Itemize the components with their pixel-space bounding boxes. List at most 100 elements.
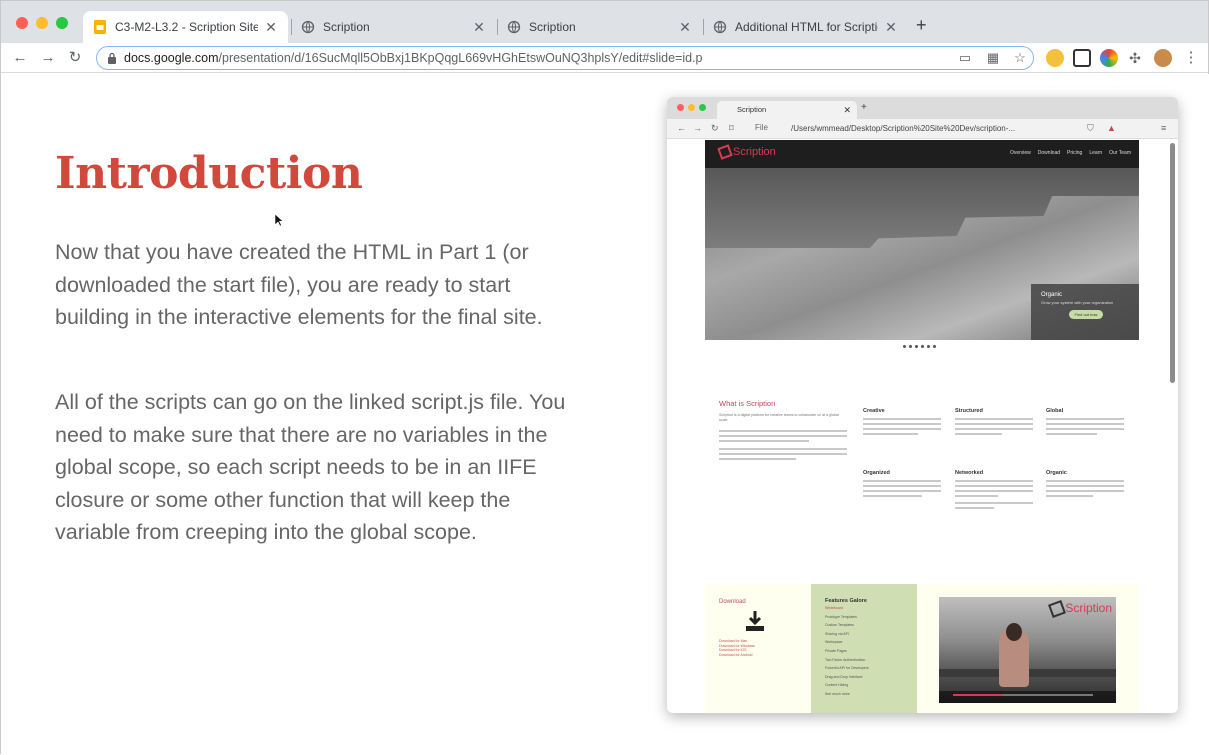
close-tab-icon[interactable]: ✕ (678, 19, 692, 36)
embedded-file-label: File (755, 123, 768, 132)
logo-mark-icon (1048, 599, 1067, 618)
site-nav-item: Our Team (1109, 150, 1131, 156)
presentation-slide: Introduction Now that you have created t… (1, 74, 1209, 755)
column-heading: Creative (863, 408, 885, 414)
promo-video: Scription (939, 597, 1116, 703)
column-body-lines (955, 480, 1033, 512)
cast-icon[interactable]: ▭ (957, 50, 973, 66)
column-heading: Networked (955, 470, 984, 476)
feature-item: Custom Templates (825, 623, 854, 628)
feature-item: Content Hiding (825, 683, 849, 688)
site-nav-item: Learn (1089, 150, 1103, 156)
embedded-url: /Users/wmmead/Desktop/Scription%20Site%2… (791, 124, 1016, 133)
video-progress (953, 694, 1093, 696)
download-links: Download for Mac Download for Windows Do… (719, 639, 755, 657)
embedded-browser-screenshot: Scription ✕ + ← → ↻ ⌑ File /Users/wmmead… (667, 97, 1178, 713)
site-nav: Overview Download Pricing Learn Our Team (1010, 150, 1131, 156)
logo-mark-icon (717, 144, 733, 160)
download-heading: Download (719, 599, 746, 605)
column-body-lines (1046, 418, 1124, 438)
features-panel: Features Galore Whiteboard Prototype Tem… (811, 584, 917, 713)
hero-texture (705, 168, 1139, 248)
lock-icon (108, 52, 116, 64)
tab-slides[interactable]: C3-M2-L3.2 - Scription Site - ✕ (83, 11, 288, 43)
hero-subtext: Grow your system with your organization (1041, 300, 1114, 305)
scription-website: Scription Overview Download Pricing Lear… (705, 140, 1139, 713)
profile-avatar[interactable] (1154, 49, 1172, 67)
close-tab-icon[interactable]: ✕ (884, 19, 898, 36)
embedded-close-dot (677, 104, 684, 111)
feature-item: Private Pages (825, 648, 847, 653)
qr-code-icon[interactable]: ▦ (985, 50, 1001, 66)
globe-icon (713, 20, 727, 34)
globe-icon (507, 20, 521, 34)
tab-title: Scription (323, 20, 370, 34)
hero-button: Find out how (1069, 310, 1103, 319)
forward-icon: → (693, 123, 702, 133)
extensions-puzzle-icon[interactable]: ✣ (1127, 50, 1143, 66)
minimize-window-button[interactable] (36, 17, 48, 29)
mouse-pointer-icon (274, 213, 283, 227)
close-window-button[interactable] (16, 17, 28, 29)
globe-icon (301, 20, 315, 34)
extension-color-icon[interactable] (1100, 49, 1118, 67)
download-link: Download for Android (719, 652, 753, 657)
extension-notion-icon[interactable] (1073, 49, 1091, 67)
what-body-lines (719, 430, 847, 463)
menu-kebab-icon[interactable]: ⋮ (1183, 50, 1199, 66)
hero-heading: Organic (1041, 292, 1063, 298)
site-nav-item: Pricing (1067, 150, 1083, 156)
site-bottom-section: Download Download for Mac Download for W… (705, 584, 1139, 713)
forward-button[interactable]: → (38, 48, 58, 68)
logo-text: Scription (733, 146, 776, 158)
site-header: Scription Overview Download Pricing Lear… (705, 140, 1139, 168)
bookmark-icon: ⌑ (729, 123, 734, 133)
bookmark-star-icon[interactable]: ☆ (1012, 50, 1028, 66)
hero-image: Organic Grow your system with your organ… (705, 168, 1139, 340)
address-bar[interactable]: docs.google.com/presentation/d/16SucMqll… (96, 46, 1034, 70)
video-controls (939, 691, 1116, 703)
feature-item: Two Factor Authentication (825, 657, 866, 662)
site-logo: Scription (717, 144, 776, 160)
feature-item: Whiteboard (825, 606, 843, 610)
maximize-window-button[interactable] (56, 17, 68, 29)
column-body-lines (955, 418, 1033, 438)
close-tab-icon[interactable]: ✕ (264, 19, 278, 36)
extension-yellow-icon[interactable] (1046, 49, 1064, 67)
reload-button[interactable]: ↻ (65, 48, 85, 68)
reload-icon: ↻ (711, 123, 719, 133)
new-tab-button[interactable]: + (916, 15, 927, 36)
column-body-lines (863, 480, 941, 500)
back-icon: ← (677, 123, 686, 133)
column-heading: Organic (1046, 470, 1067, 476)
feature-item: See much more (825, 691, 850, 696)
tab-scription-2[interactable]: Scription ✕ (497, 11, 702, 43)
column-heading: Global (1046, 408, 1064, 414)
browser-toolbar: ← → ↻ docs.google.com/presentation/d/16S… (1, 43, 1208, 73)
tab-additional-html[interactable]: Additional HTML for Scription ✕ (703, 11, 908, 43)
back-button[interactable]: ← (10, 48, 30, 68)
slider-dots (903, 345, 936, 348)
feature-item: Sharing via API (825, 631, 849, 636)
column-body-lines (1046, 480, 1124, 500)
close-tab-icon[interactable]: ✕ (472, 19, 486, 36)
site-nav-item: Download (1037, 150, 1061, 156)
triangle-extension-icon: ▲ (1107, 123, 1116, 133)
column-heading: Organized (863, 470, 890, 476)
url-host: docs.google.com (124, 51, 219, 65)
url-text: docs.google.com/presentation/d/16SucMqll… (124, 51, 702, 65)
url-path: /presentation/d/16SucMqll5ObBxj1BKpQqgL6… (218, 51, 703, 65)
feature-item: Workspace (825, 640, 843, 645)
google-slides-icon (94, 20, 106, 34)
new-tab-icon: + (861, 102, 867, 113)
video-logo: Scription (1048, 599, 1112, 618)
slide-paragraph-1: Now that you have created the HTML in Pa… (55, 240, 543, 329)
embedded-tab-title: Scription (737, 105, 767, 114)
slide-heading: Introduction (55, 148, 363, 199)
hero-caption: Organic Grow your system with your organ… (1031, 284, 1139, 340)
tab-scription-1[interactable]: Scription ✕ (291, 11, 496, 43)
shield-icon: ⛉ (1087, 123, 1094, 133)
column-heading: Structured (955, 408, 983, 414)
video-logo-text: Scription (1065, 601, 1112, 615)
download-icon (746, 611, 764, 631)
